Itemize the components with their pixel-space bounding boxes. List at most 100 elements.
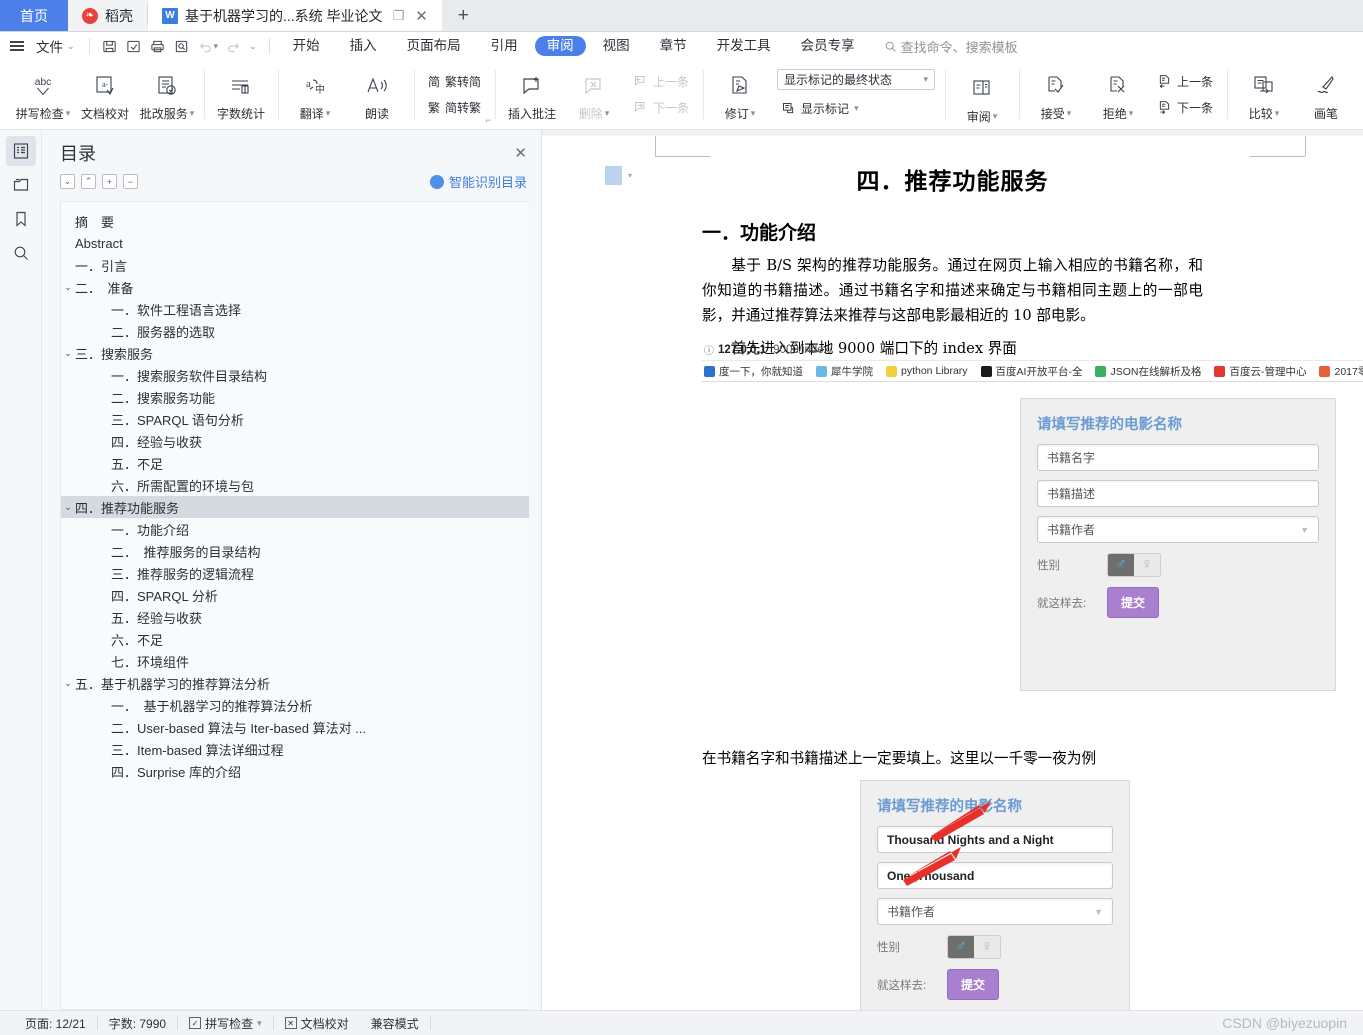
- ribbon-tab-section[interactable]: 章节: [647, 36, 700, 56]
- file-menu-button[interactable]: 文件 ⌄: [30, 36, 81, 56]
- next-change-button[interactable]: 下一条: [1153, 96, 1217, 119]
- previous-comment-button[interactable]: 上一条: [629, 70, 693, 93]
- correction-service-button[interactable]: 批改服务▾: [136, 60, 198, 129]
- print-preview-icon[interactable]: [170, 35, 194, 57]
- chevron-down-icon[interactable]: ⌄: [61, 282, 75, 293]
- outline-item[interactable]: ⌄五．基于机器学习的推荐算法分析: [61, 672, 529, 694]
- ribbon-tab-developer[interactable]: 开发工具: [704, 36, 784, 56]
- outline-item[interactable]: 二．User-based 算法与 Iter-based 算法对 ...: [61, 716, 529, 738]
- outline-item[interactable]: 五．经验与收获: [61, 606, 529, 628]
- thumbnail-pages-icon[interactable]: [6, 170, 36, 200]
- previous-change-button[interactable]: 上一条: [1153, 70, 1217, 93]
- spellcheck-status[interactable]: ✓ 拼写检查 ▾: [178, 1015, 273, 1032]
- outline-item[interactable]: 三．Item-based 算法详细过程: [61, 738, 529, 760]
- group-launcher-icon[interactable]: ⌐: [486, 115, 491, 125]
- outline-item[interactable]: 三．推荐服务的逻辑流程: [61, 562, 529, 584]
- brush-pen-button[interactable]: 画笔: [1295, 60, 1357, 129]
- menu-hamburger-icon[interactable]: [10, 41, 24, 51]
- book-author-select-filled[interactable]: 书籍作者 ▼: [877, 898, 1113, 925]
- close-outline-icon[interactable]: ✕: [514, 144, 527, 162]
- ribbon-tab-insert[interactable]: 插入: [337, 36, 390, 56]
- read-aloud-button[interactable]: 朗读: [346, 60, 408, 129]
- book-desc-input-filled[interactable]: One_Thousand: [877, 862, 1113, 889]
- spellcheck-button[interactable]: abc 拼写检查▾: [12, 60, 74, 129]
- bookmark-icon[interactable]: [6, 204, 36, 234]
- outline-item[interactable]: ⌄二． 准备: [61, 276, 529, 298]
- content-control-icon[interactable]: ▾: [605, 166, 632, 185]
- ribbon-tab-start[interactable]: 开始: [280, 36, 333, 56]
- ribbon-tab-member[interactable]: 会员专享: [788, 36, 868, 56]
- outline-item[interactable]: 一．引言: [61, 254, 529, 276]
- browser-bookmark[interactable]: 度一下，你就知道: [704, 364, 803, 379]
- word-count-indicator[interactable]: 字数: 7990: [98, 1015, 177, 1032]
- delete-comment-button[interactable]: 删除▾: [563, 60, 625, 129]
- restore-tab-icon[interactable]: ❐: [393, 8, 405, 24]
- gender-toggle[interactable]: ♂ ♀: [1107, 553, 1161, 577]
- browser-bookmark[interactable]: python Library: [886, 365, 968, 377]
- book-name-input-filled[interactable]: Thousand Nights and a Night: [877, 826, 1113, 853]
- gender-female-icon[interactable]: ♀: [1134, 554, 1160, 576]
- book-name-input[interactable]: 书籍名字: [1037, 444, 1319, 471]
- book-desc-input[interactable]: 书籍描述: [1037, 480, 1319, 507]
- submit-button[interactable]: 提交: [1107, 587, 1159, 618]
- browser-bookmark[interactable]: 百度云-管理中心: [1214, 364, 1306, 379]
- word-count-button[interactable]: 字数统计: [210, 60, 272, 129]
- outline-item[interactable]: 四．经验与收获: [61, 430, 529, 452]
- find-command-box[interactable]: 查找命令、搜索模板: [884, 37, 1018, 56]
- compat-mode-status[interactable]: 兼容模式: [360, 1015, 430, 1032]
- gender-male-icon[interactable]: ♂: [948, 936, 974, 958]
- outline-item[interactable]: ⌄四．推荐功能服务: [61, 496, 529, 518]
- proofread-status[interactable]: ✕ 文档校对: [274, 1015, 360, 1032]
- gender-toggle-filled[interactable]: ♂ ♀: [947, 935, 1001, 959]
- gender-male-icon[interactable]: ♂: [1108, 554, 1134, 576]
- outline-item[interactable]: 摘 要: [61, 210, 529, 232]
- collapse-up-button[interactable]: ⌃: [81, 174, 96, 189]
- markup-display-combo[interactable]: 显示标记的最终状态 ▾: [777, 69, 935, 90]
- document-pane[interactable]: ▾ 四．推荐功能服务 一．功能介绍 基于 B/S 架构的推荐功能服务。通过在网页…: [542, 130, 1363, 1010]
- track-changes-button[interactable]: 修订▾: [709, 68, 771, 122]
- chevron-down-icon[interactable]: ⌄: [61, 678, 75, 689]
- tab-docer[interactable]: ❧ 稻壳: [68, 0, 147, 31]
- print-icon[interactable]: [146, 35, 170, 57]
- ribbon-tab-references[interactable]: 引用: [478, 36, 531, 56]
- outline-item[interactable]: 一．软件工程语言选择: [61, 298, 529, 320]
- outline-list[interactable]: 摘 要Abstract一．引言⌄二． 准备一．软件工程语言选择二．服务器的选取⌄…: [60, 201, 529, 1010]
- save-icon[interactable]: [98, 35, 122, 57]
- page-indicator[interactable]: 页面: 12/21: [14, 1015, 97, 1032]
- chevron-down-icon[interactable]: ⌄: [61, 502, 75, 513]
- outline-item[interactable]: ⌄三．搜索服务: [61, 342, 529, 364]
- outline-item[interactable]: 四．SPARQL 分析: [61, 584, 529, 606]
- next-comment-button[interactable]: 下一条: [629, 96, 693, 119]
- document-proofread-button[interactable]: a- 文档校对: [74, 60, 136, 129]
- expand-down-button[interactable]: ⌄: [60, 174, 75, 189]
- browser-bookmark[interactable]: 2017零基础学云计算: [1319, 364, 1363, 379]
- browser-bookmark[interactable]: JSON在线解析及格: [1095, 364, 1201, 379]
- outline-icon[interactable]: [6, 136, 36, 166]
- compare-button[interactable]: 比较▾: [1233, 60, 1295, 129]
- accept-change-button[interactable]: 接受▾: [1025, 60, 1087, 129]
- outline-item[interactable]: Abstract: [61, 232, 529, 254]
- outline-item[interactable]: 二．搜索服务功能: [61, 386, 529, 408]
- insert-comment-button[interactable]: 插入批注: [501, 60, 563, 129]
- outline-item[interactable]: 一． 基于机器学习的推荐算法分析: [61, 694, 529, 716]
- outline-item[interactable]: 二．服务器的选取: [61, 320, 529, 342]
- outline-item[interactable]: 二． 推荐服务的目录结构: [61, 540, 529, 562]
- browser-bookmark[interactable]: 百度AI开放平台-全: [981, 364, 1083, 379]
- translate-button[interactable]: a 中 翻译▾: [284, 60, 346, 129]
- outline-item[interactable]: 六．不足: [61, 628, 529, 650]
- tab-document[interactable]: W 基于机器学习的...系统 毕业论文 ❐ ✕: [148, 0, 442, 31]
- document-content[interactable]: ▾ 四．推荐功能服务 一．功能介绍 基于 B/S 架构的推荐功能服务。通过在网页…: [542, 136, 1363, 1010]
- smart-recognize-outline-button[interactable]: 智能识别目录: [430, 172, 527, 191]
- ribbon-tab-view[interactable]: 视图: [590, 36, 643, 56]
- outline-item[interactable]: 一．功能介绍: [61, 518, 529, 540]
- gender-female-icon[interactable]: ♀: [974, 936, 1000, 958]
- undo-dropdown-icon[interactable]: ▾: [214, 41, 219, 52]
- expand-all-button[interactable]: +: [102, 174, 117, 189]
- search-icon[interactable]: [6, 238, 36, 268]
- redo-icon[interactable]: [221, 35, 245, 57]
- close-tab-icon[interactable]: ✕: [415, 7, 428, 25]
- outline-item[interactable]: 六．所需配置的环境与包: [61, 474, 529, 496]
- ribbon-tab-page-layout[interactable]: 页面布局: [394, 36, 474, 56]
- ribbon-tab-review[interactable]: 审阅: [535, 36, 586, 56]
- collapse-all-button[interactable]: −: [123, 174, 138, 189]
